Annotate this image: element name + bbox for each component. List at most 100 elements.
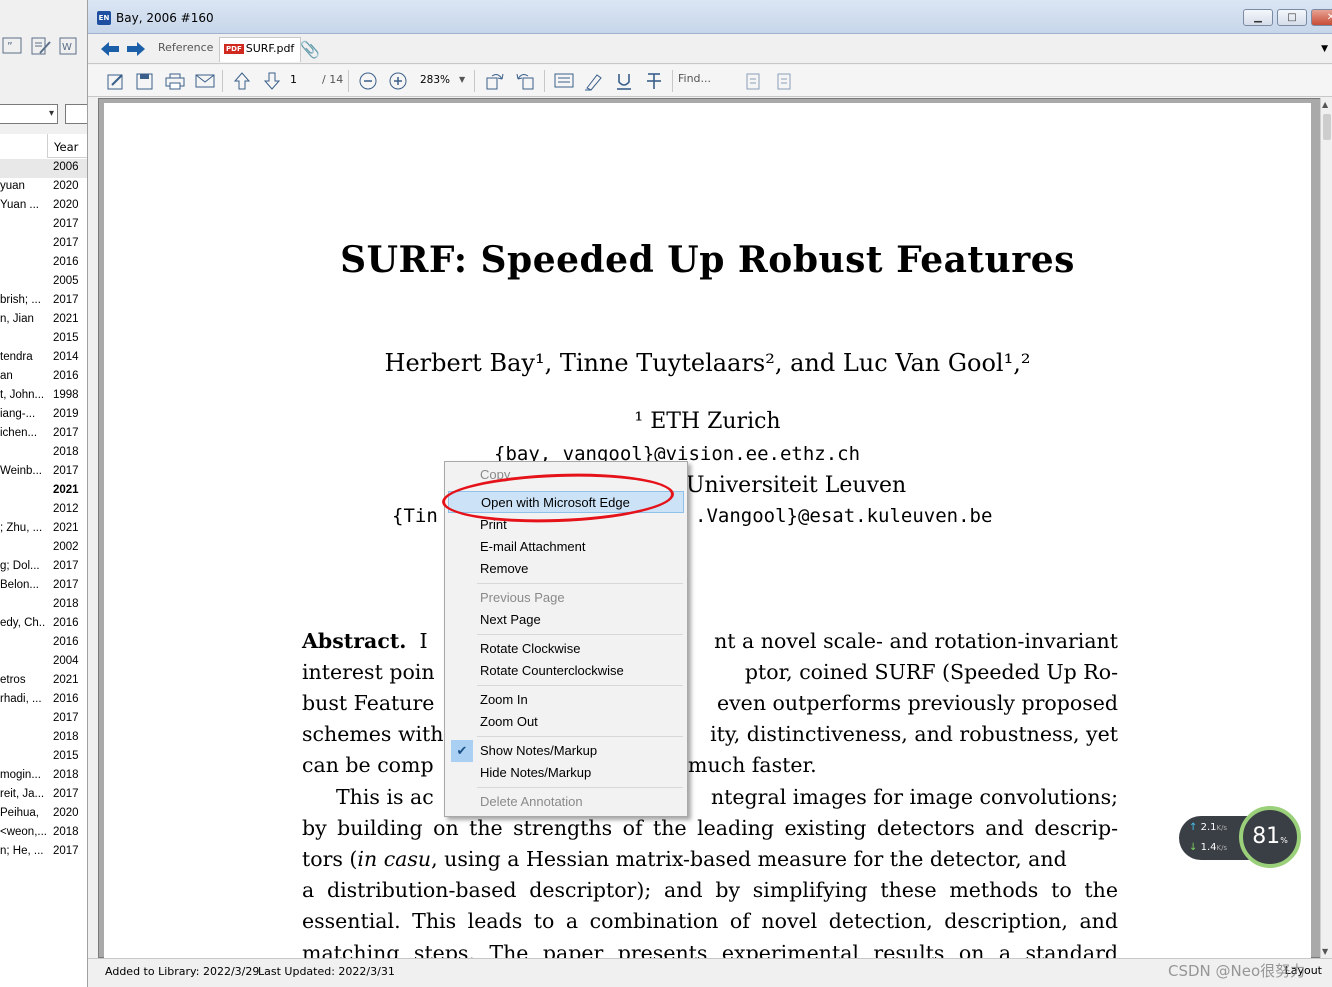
menu-item-zoom-out[interactable]: Zoom Out (448, 711, 684, 733)
menu-separator (477, 583, 683, 584)
menu-item-delete-annotation[interactable]: Delete Annotation (448, 791, 684, 813)
scroll-up-icon[interactable]: ▲ (1322, 100, 1328, 109)
find-previous-icon[interactable] (743, 71, 765, 91)
open-external-icon[interactable] (105, 71, 127, 91)
table-row[interactable]: brish; ... 2017 (0, 292, 87, 311)
menu-item-next-page[interactable]: Next Page (448, 609, 684, 631)
table-row[interactable]: iang-... 2019 (0, 406, 87, 425)
maximize-button[interactable]: □ (1277, 9, 1307, 26)
year-column-header[interactable]: Year (47, 134, 87, 158)
table-row[interactable]: 2016 (0, 254, 87, 273)
table-row[interactable]: 2017 (0, 235, 87, 254)
usage-gauge[interactable]: 81% (1239, 806, 1301, 868)
menu-item-show-notes[interactable]: ✔ Show Notes/Markup (448, 740, 684, 762)
highlight-icon[interactable] (583, 71, 605, 91)
table-row[interactable]: 2006 (0, 159, 87, 178)
next-page-icon[interactable] (261, 71, 283, 91)
menu-item-open-with-edge[interactable]: Open with Microsoft Edge (448, 491, 684, 513)
table-row[interactable]: yuan 2020 (0, 178, 87, 197)
rotate-clockwise-icon[interactable] (484, 71, 506, 91)
save-icon[interactable] (134, 71, 156, 91)
minimize-button[interactable]: ▁ (1243, 9, 1273, 26)
zoom-out-icon[interactable] (357, 71, 379, 91)
table-row[interactable]: reit, Ja... 2017 (0, 786, 87, 805)
table-row[interactable]: mogin... 2018 (0, 767, 87, 786)
table-row[interactable]: 2004 (0, 653, 87, 672)
table-row[interactable]: 2002 (0, 539, 87, 558)
table-row[interactable]: etros 2021 (0, 672, 87, 691)
table-row[interactable]: g; Dol... 2017 (0, 558, 87, 577)
close-button[interactable]: ✕ (1311, 9, 1332, 26)
table-row[interactable]: edy, Ch... 2016 (0, 615, 87, 634)
abstract-text: This is ac (336, 785, 434, 809)
table-row[interactable]: ichen... 2017 (0, 425, 87, 444)
table-row[interactable]: 2005 (0, 273, 87, 292)
table-row[interactable]: Peihua, 2020 (0, 805, 87, 824)
email-icon[interactable] (194, 71, 216, 91)
table-row[interactable]: 2012 (0, 501, 87, 520)
zoom-in-icon[interactable] (387, 71, 409, 91)
sticky-note-icon[interactable] (553, 71, 575, 91)
table-row[interactable]: 2018 (0, 729, 87, 748)
library-filter-dropdown[interactable]: ▾ (0, 104, 58, 124)
rotate-counterclockwise-icon[interactable] (514, 71, 536, 91)
print-icon[interactable] (164, 71, 186, 91)
scroll-thumb[interactable] (1323, 114, 1331, 140)
year-cell: 2017 (53, 560, 79, 572)
find-input[interactable]: Find... (678, 72, 711, 85)
table-row[interactable]: tendra 2014 (0, 349, 87, 368)
paperclip-icon[interactable]: 📎 (300, 40, 320, 59)
menu-item-zoom-in[interactable]: Zoom In (448, 689, 684, 711)
abstract-line: tors (in casu, using a Hessian matrix-ba… (302, 847, 1118, 875)
table-row[interactable]: <weon,... 2018 (0, 824, 87, 843)
table-row[interactable]: 2017 (0, 710, 87, 729)
table-row[interactable]: 2021 (0, 482, 87, 501)
table-row[interactable]: Weinb... 2017 (0, 463, 87, 482)
year-cell: 2021 (53, 674, 79, 686)
menu-item-print[interactable]: Print (448, 514, 684, 536)
quote-icon[interactable]: ” (2, 36, 24, 56)
year-cell: 1998 (53, 389, 79, 401)
abstract-text: bust Feature (302, 691, 435, 715)
back-arrow-icon[interactable] (100, 41, 120, 57)
underline-icon[interactable] (613, 71, 635, 91)
table-row[interactable]: 2018 (0, 596, 87, 615)
menu-item-hide-notes[interactable]: Hide Notes/Markup (448, 762, 684, 784)
previous-page-icon[interactable] (231, 71, 253, 91)
table-row[interactable]: 2018 (0, 444, 87, 463)
word-export-icon[interactable]: W (58, 36, 80, 56)
table-row[interactable]: an 2016 (0, 368, 87, 387)
tab-reference[interactable]: Reference (158, 41, 213, 54)
find-next-icon[interactable] (772, 71, 794, 91)
table-row[interactable]: ; Zhu, ... 2021 (0, 520, 87, 539)
menu-item-email-attachment[interactable]: E-mail Attachment (448, 536, 684, 558)
strikethrough-icon[interactable] (643, 71, 665, 91)
chevron-down-icon[interactable]: ▼ (459, 75, 465, 84)
table-row[interactable]: 2015 (0, 330, 87, 349)
tab-pdf[interactable]: PDF SURF.pdf (219, 37, 302, 62)
edit-document-icon[interactable] (30, 36, 52, 56)
forward-arrow-icon[interactable] (126, 41, 146, 57)
menu-item-copy[interactable]: Copy (448, 464, 684, 486)
page-number-input[interactable]: 1 (290, 73, 297, 86)
table-row[interactable]: n; He, ... 2017 (0, 843, 87, 862)
table-row[interactable]: t, John... 1998 (0, 387, 87, 406)
table-row[interactable]: Belon... 2017 (0, 577, 87, 596)
table-row[interactable]: Yuan ... 2020 (0, 197, 87, 216)
menu-item-previous-page[interactable]: Previous Page (448, 587, 684, 609)
menu-item-rotate-clockwise[interactable]: Rotate Clockwise (448, 638, 684, 660)
table-row[interactable]: rhadi, ... 2016 (0, 691, 87, 710)
vertical-scrollbar[interactable]: ▲ ▼ (1320, 98, 1332, 958)
year-cell: 2005 (53, 275, 79, 287)
tab-pdf-label: SURF.pdf (245, 42, 295, 55)
menu-item-remove[interactable]: Remove (448, 558, 684, 580)
table-row[interactable]: n, Jian 2021 (0, 311, 87, 330)
table-row[interactable]: 2016 (0, 634, 87, 653)
table-row[interactable]: 2017 (0, 216, 87, 235)
table-row[interactable]: 2015 (0, 748, 87, 767)
scroll-down-icon[interactable]: ▼ (1322, 947, 1328, 956)
pdf-page[interactable]: SURF: Speeded Up Robust Features Herbert… (104, 103, 1311, 959)
menu-item-rotate-counterclockwise[interactable]: Rotate Counterclockwise (448, 660, 684, 682)
tab-menu-dropdown-icon[interactable]: ▼ (1321, 44, 1328, 54)
library-search-box[interactable] (65, 104, 87, 124)
